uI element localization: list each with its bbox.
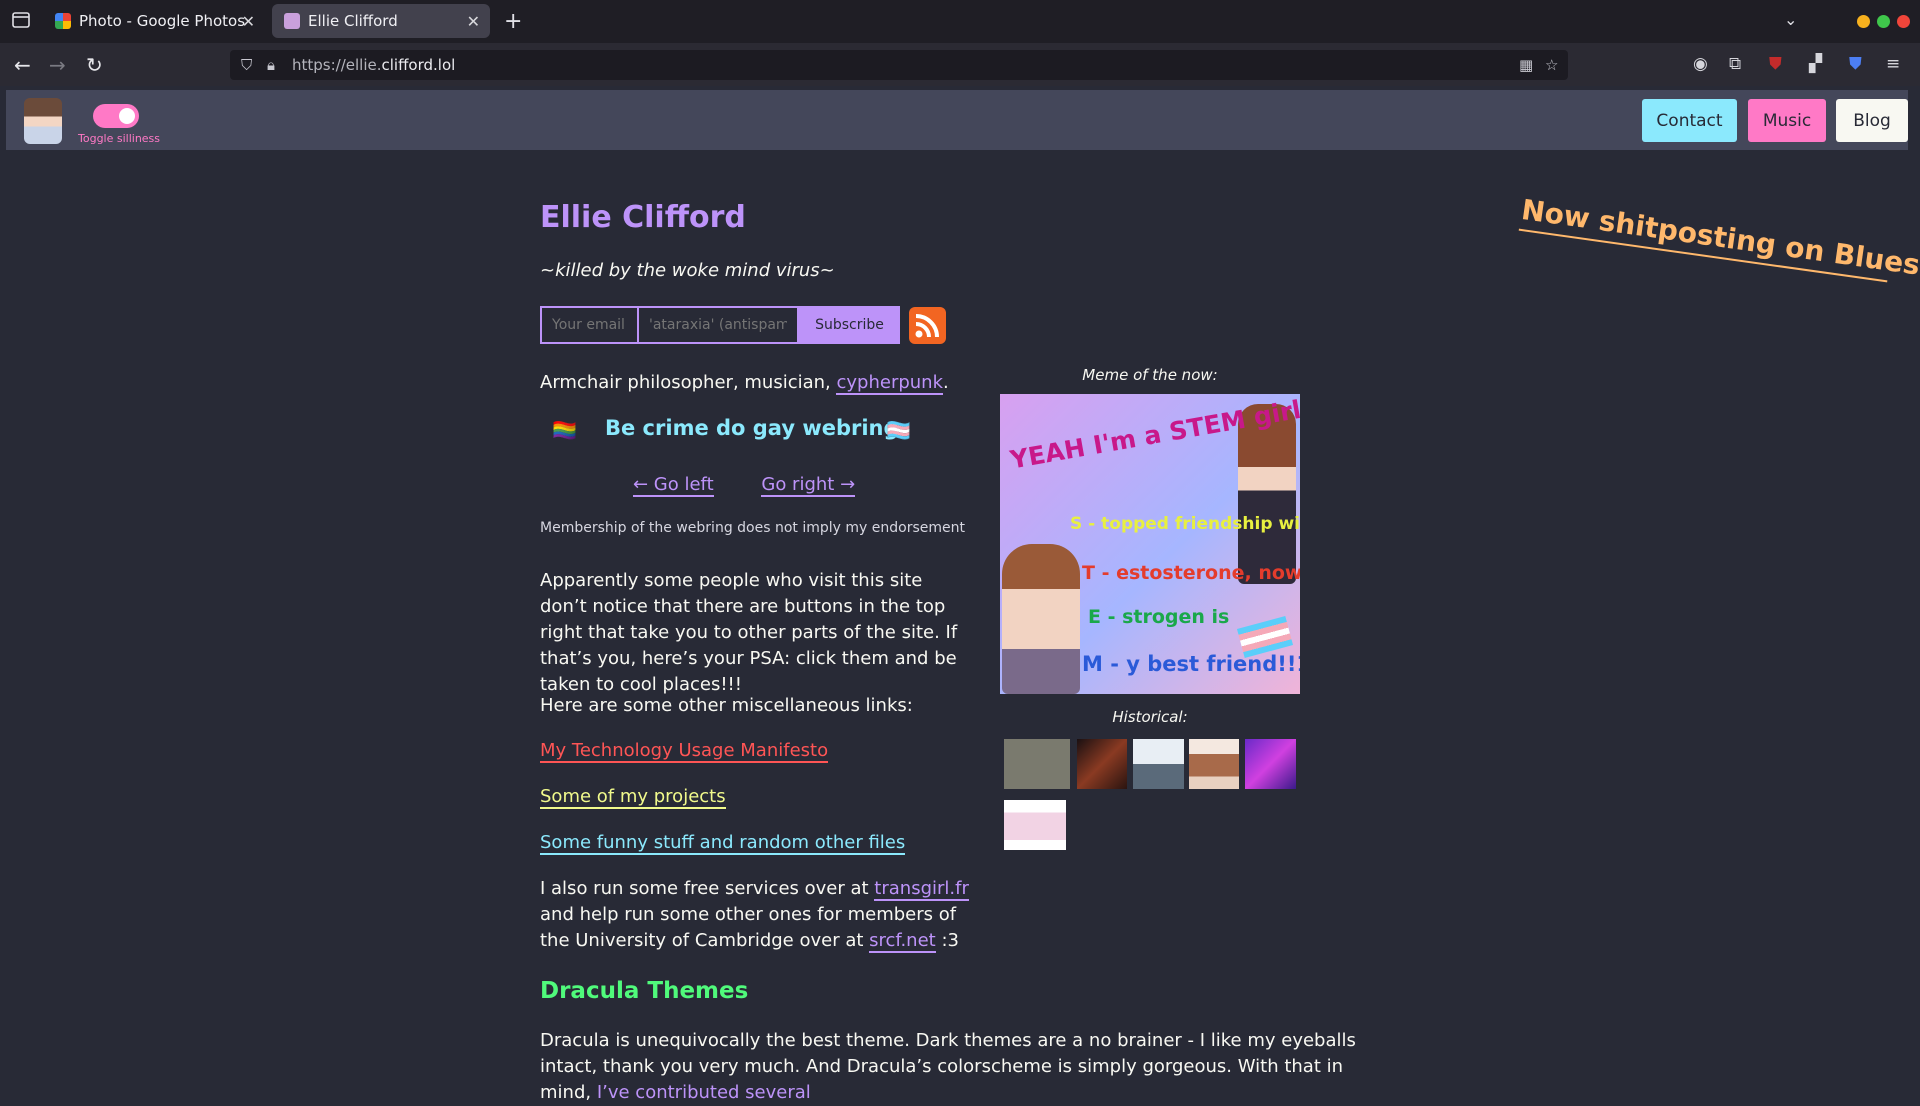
minimize-button[interactable] (1857, 15, 1870, 28)
account-icon[interactable]: ◉ (1693, 54, 1708, 74)
site-header: Toggle silliness Contact Music Blog (6, 90, 1908, 150)
tab-ellie-clifford[interactable]: Ellie Clifford ✕ (272, 4, 490, 38)
menu-icon[interactable]: ≡ (1886, 54, 1900, 74)
tab-title: Ellie Clifford (308, 12, 398, 30)
browser-nav-bar: ← → ↻ ⛉ 🔒︎ https://ellie.clifford.lol ▦ … (0, 43, 1920, 86)
google-photos-icon (55, 13, 71, 29)
ublock-icon[interactable]: ⛊ (1769, 54, 1782, 74)
silliness-toggle[interactable] (93, 104, 139, 128)
bookmark-star-icon[interactable]: ☆ (1545, 56, 1558, 74)
historical-thumbnail[interactable] (1133, 739, 1184, 789)
maximize-button[interactable] (1877, 15, 1890, 28)
contact-button[interactable]: Contact (1642, 99, 1737, 142)
projects-link[interactable]: Some of my projects (540, 786, 726, 809)
page-title: Ellie Clifford (540, 200, 746, 235)
email-field[interactable] (540, 306, 639, 344)
tab-title: Photo - Google Photos (79, 12, 246, 30)
historical-thumbnail[interactable] (1245, 739, 1296, 789)
webring-note: Membership of the webring does not imply… (540, 520, 965, 536)
close-window-button[interactable] (1897, 15, 1910, 28)
qr-code-icon[interactable]: ▦ (1519, 56, 1533, 74)
historical-thumbnail[interactable] (1189, 739, 1239, 789)
url-text[interactable]: https://ellie.clifford.lol (292, 56, 455, 74)
meme-line-2: S - topped friendship with (1070, 514, 1300, 534)
misc-intro: Here are some other miscellaneous links: (540, 695, 913, 716)
subscribe-button[interactable]: Subscribe (799, 306, 900, 344)
historical-caption: Historical: (1112, 708, 1188, 726)
meme-line-5: M - y best friend!!1! (1082, 652, 1300, 676)
transgirl-fr-link[interactable]: transgirl.fr (874, 878, 969, 901)
dracula-heading: Dracula Themes (540, 978, 749, 1004)
chevron-down-icon[interactable]: ⌄ (1784, 10, 1797, 29)
rss-icon[interactable] (909, 307, 946, 344)
cypherpunk-link[interactable]: cypherpunk (836, 372, 944, 395)
services-text: I also run some free services over at tr… (540, 878, 969, 953)
close-tab-icon[interactable]: ✕ (467, 12, 480, 31)
historical-thumbnail[interactable] (1004, 739, 1070, 789)
close-tab-icon[interactable]: ✕ (242, 12, 255, 31)
site-favicon-icon (284, 13, 300, 29)
srcf-link[interactable]: srcf.net (869, 930, 936, 953)
bluesky-banner[interactable]: Now shitposting on Bluesky (1518, 193, 1920, 287)
dracula-contrib-link[interactable]: I’ve contributed several (597, 1082, 811, 1103)
containers-icon[interactable]: ▞ (1809, 54, 1822, 74)
shield-icon[interactable]: ⛉ (241, 56, 252, 74)
new-tab-button[interactable]: + (504, 9, 522, 34)
browser-tab-bar: Photo - Google Photos ✕ Ellie Clifford ✕… (0, 0, 1920, 43)
music-button[interactable]: Music (1748, 99, 1826, 142)
webring-nav: ← Go left Go right → (633, 474, 897, 497)
url-bar[interactable]: ⛉ 🔒︎ https://ellie.clifford.lol ▦ ☆ (230, 50, 1568, 80)
reload-icon[interactable]: ↻ (86, 53, 103, 77)
bitwarden-icon[interactable]: ⛊ (1849, 54, 1862, 74)
tagline: ~killed by the woke mind virus~ (540, 260, 835, 281)
meme-caption: Meme of the now: (1082, 366, 1218, 384)
antispam-field[interactable] (639, 306, 799, 344)
avatar[interactable] (24, 98, 62, 144)
webring-left-link[interactable]: ← Go left (633, 474, 714, 497)
subscribe-form: Subscribe (540, 306, 900, 344)
manifesto-link[interactable]: My Technology Usage Manifesto (540, 740, 829, 763)
lock-icon[interactable]: 🔒︎ (267, 56, 275, 74)
intro-text: Armchair philosopher, musician, cypherpu… (540, 372, 949, 395)
historical-thumbnail[interactable] (1077, 739, 1127, 789)
extensions-icon[interactable]: ⧉ (1729, 54, 1741, 74)
forward-icon[interactable]: → (49, 53, 66, 77)
tab-google-photos[interactable]: Photo - Google Photos ✕ (43, 4, 265, 38)
tab-overview-icon[interactable] (12, 12, 30, 28)
psa-text: Apparently some people who visit this si… (540, 570, 958, 695)
blog-button[interactable]: Blog (1836, 99, 1908, 142)
toggle-label: Toggle silliness (78, 132, 161, 145)
meme-character-left (1002, 544, 1080, 694)
rainbow-flag-icon: 🏳️‍🌈 (552, 418, 577, 442)
meme-line-4: E - strogen is (1088, 606, 1230, 628)
webring-right-link[interactable]: Go right → (761, 474, 856, 497)
dracula-text: Dracula is unequivocally the best theme.… (540, 1030, 1356, 1103)
meme-image[interactable]: YEAH I'm a STEM girl S - topped friendsh… (1000, 394, 1300, 694)
historical-thumbnail[interactable] (1004, 800, 1066, 850)
trans-flag-icon: 🏳️‍⚧️ (886, 418, 911, 442)
back-icon[interactable]: ← (14, 53, 31, 77)
meme-line-3: T - estosterone, now (1082, 562, 1300, 584)
funny-stuff-link[interactable]: Some funny stuff and random other files (540, 832, 906, 855)
